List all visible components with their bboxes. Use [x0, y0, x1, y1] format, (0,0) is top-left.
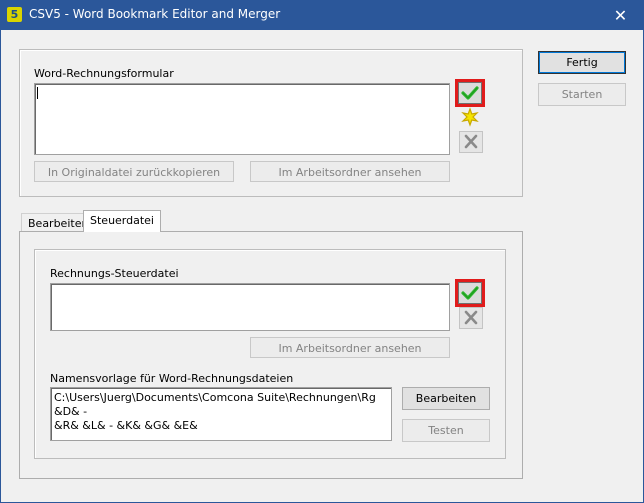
copy-back-button[interactable]: In Originaldatei zurückkopieren	[34, 161, 234, 182]
new-form-button[interactable]	[459, 107, 481, 127]
edit-template-button[interactable]: Bearbeiten	[402, 387, 490, 410]
delete-form-button[interactable]	[459, 131, 483, 153]
app-icon: 5	[7, 7, 22, 22]
invoice-form-field[interactable]	[34, 83, 450, 155]
delete-x-icon	[464, 134, 478, 149]
check-icon	[461, 286, 479, 300]
start-button[interactable]: Starten	[538, 83, 626, 106]
check-icon	[461, 86, 479, 100]
invoice-form-label: Word-Rechnungsformular	[34, 67, 174, 80]
delete-x-icon	[464, 310, 478, 325]
close-window-button[interactable]: ✕	[598, 1, 643, 30]
done-button[interactable]: Fertig	[538, 51, 626, 74]
control-file-field[interactable]	[50, 283, 450, 331]
test-template-button[interactable]: Testen	[402, 419, 490, 442]
text-caret	[37, 87, 38, 99]
new-star-icon	[461, 107, 479, 127]
app-window: 5 CSV5 - Word Bookmark Editor and Merger…	[0, 0, 644, 503]
view-in-workfolder-button[interactable]: Im Arbeitsordner ansehen	[250, 161, 450, 182]
title-bar[interactable]: 5 CSV5 - Word Bookmark Editor and Merger…	[1, 1, 643, 30]
accept-control-file-button[interactable]	[455, 279, 485, 307]
control-view-in-workfolder-button[interactable]: Im Arbeitsordner ansehen	[250, 337, 450, 358]
close-icon: ✕	[613, 6, 628, 25]
window-title: CSV5 - Word Bookmark Editor and Merger	[29, 7, 281, 21]
accept-form-button[interactable]	[455, 79, 485, 107]
tab-steuerdatei[interactable]: Steuerdatei	[83, 210, 161, 232]
control-file-label: Rechnungs-Steuerdatei	[50, 267, 179, 280]
name-template-label: Namensvorlage für Word-Rechnungsdateien	[50, 372, 294, 385]
name-template-field[interactable]: C:\Users\Juerg\Documents\Comcona Suite\R…	[50, 387, 392, 441]
delete-control-file-button[interactable]	[459, 307, 483, 329]
